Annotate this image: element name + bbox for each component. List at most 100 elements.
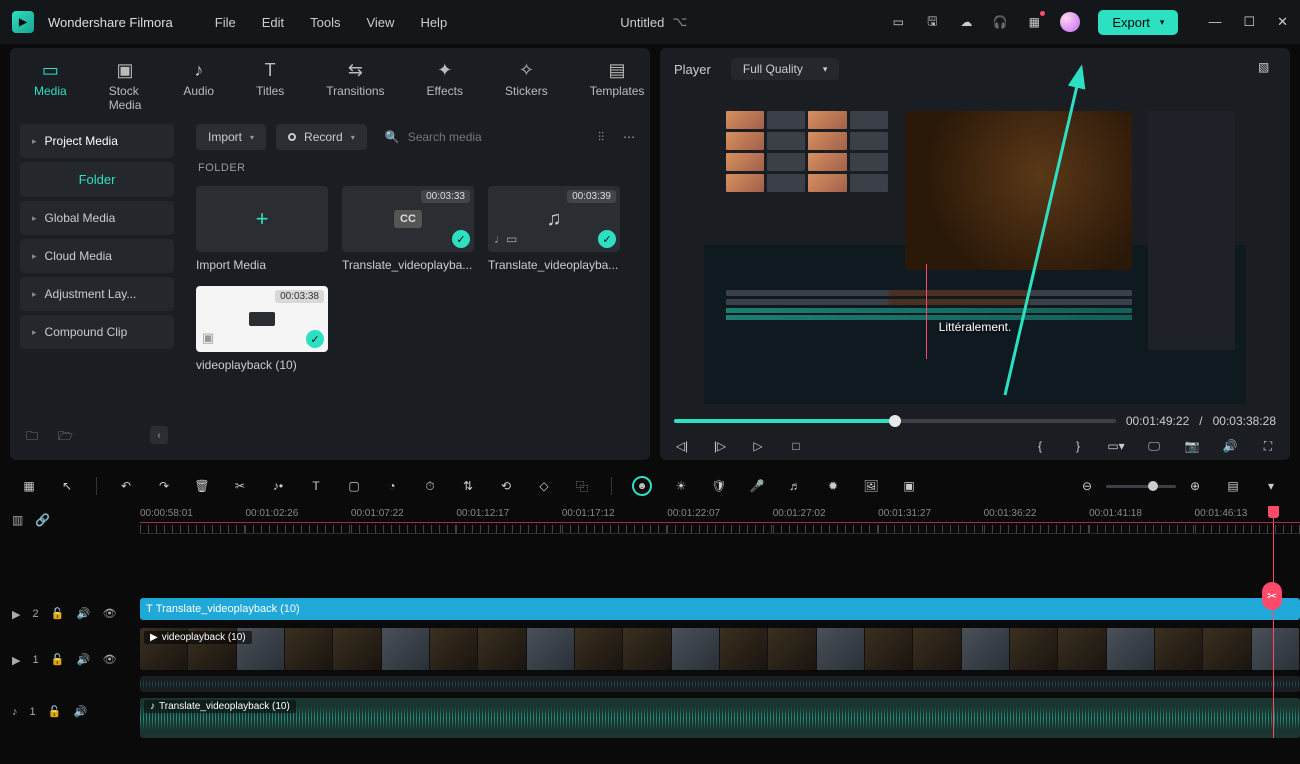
record-button[interactable]: Record▾	[276, 124, 367, 150]
video-clip[interactable]: ▶videoplayback (10)	[140, 628, 1300, 670]
mark-in-button[interactable]: {	[1032, 438, 1048, 454]
layers-icon[interactable]: ▥	[12, 513, 23, 527]
zoom-in-button[interactable]: ⊕	[1186, 477, 1204, 495]
display-button[interactable]: 🖵	[1146, 438, 1162, 454]
headphones-icon[interactable]: 🎧	[992, 14, 1008, 30]
audio-clip[interactable]: ♪Translate_videoplayback (10)	[140, 698, 1300, 738]
menu-file[interactable]: File	[215, 15, 236, 30]
scrub-track[interactable]	[674, 419, 1116, 423]
menu-tools[interactable]: Tools	[310, 15, 340, 30]
sidebar-cloud-media[interactable]: ▸Cloud Media	[20, 239, 174, 273]
fullscreen-icon[interactable]: ⛶	[1260, 438, 1276, 454]
snapshot-icon[interactable]: ▧	[1258, 60, 1276, 78]
timeline-tracks[interactable]: 00:00:58:01 00:01:02:26 00:01:07:22 00:0…	[140, 506, 1300, 738]
keyframe-icon[interactable]: ◇	[535, 477, 553, 495]
audio-edit-icon[interactable]: ♬	[786, 477, 804, 495]
shield-icon[interactable]: 🛡	[710, 477, 728, 495]
mic-icon[interactable]: 🎤	[748, 477, 766, 495]
cut-handle[interactable]: ✂	[1262, 582, 1282, 610]
subtitle-clip[interactable]: T Translate_videoplayback (10)	[140, 598, 1300, 620]
tab-titles[interactable]: TTitles	[256, 60, 284, 112]
music-tool-icon[interactable]: ♪•	[269, 477, 287, 495]
tab-effects[interactable]: ✦Effects	[427, 60, 463, 112]
mask-icon[interactable]: ▣	[900, 477, 918, 495]
apps-icon[interactable]: ▦	[1026, 14, 1042, 30]
import-button[interactable]: Import▾	[196, 124, 266, 150]
sidebar-folder[interactable]: Folder	[20, 162, 174, 197]
new-folder-icon[interactable]: 🗀	[26, 427, 42, 443]
mute-icon[interactable]: 🔊	[77, 653, 91, 667]
menu-edit[interactable]: Edit	[262, 15, 284, 30]
crop-tool-icon[interactable]: ▢	[345, 477, 363, 495]
tab-media[interactable]: ▭Media	[34, 60, 67, 112]
link-tracks-icon[interactable]: 🔗	[35, 513, 50, 527]
folder-icon[interactable]: 🗁	[58, 427, 74, 443]
camera-icon[interactable]: 📷	[1184, 438, 1200, 454]
media-card[interactable]: ♫♩▭00:03:39✓ Translate_videoplayba...	[488, 186, 620, 272]
scrub-knob[interactable]	[889, 415, 901, 427]
menu-view[interactable]: View	[366, 15, 394, 30]
visibility-icon[interactable]: 👁	[103, 653, 117, 667]
tab-stock[interactable]: ▣Stock Media	[109, 60, 142, 112]
tab-audio[interactable]: ♪Audio	[183, 60, 214, 112]
sidebar-compound-clip[interactable]: ▸Compound Clip	[20, 315, 174, 349]
track-header-sub[interactable]: ▶2 🔓 🔊 👁	[0, 594, 140, 634]
text-tool-icon[interactable]: T	[307, 477, 325, 495]
mute-icon[interactable]: 🔊	[74, 705, 88, 719]
cursor-icon[interactable]: ↖	[58, 477, 76, 495]
play-button[interactable]: ▷	[750, 438, 766, 454]
volume-icon[interactable]: 🔊	[1222, 438, 1238, 454]
device-icon[interactable]: ▭	[890, 14, 906, 30]
media-card[interactable]: ▣00:03:38✓ videoplayback (10)	[196, 286, 328, 372]
close-button[interactable]: ✕	[1277, 14, 1288, 30]
lock-icon[interactable]: 🔓	[51, 607, 65, 621]
search-input[interactable]	[408, 130, 582, 144]
lock-icon[interactable]: 🔓	[48, 705, 62, 719]
collapse-sidebar-button[interactable]: ‹	[150, 426, 168, 444]
delete-button[interactable]: 🗑	[193, 477, 211, 495]
save-icon[interactable]: 🖫	[924, 14, 940, 30]
marker-tool-icon[interactable]: ✹	[824, 477, 842, 495]
tab-transitions[interactable]: ⇆Transitions	[326, 60, 384, 112]
quality-selector[interactable]: Full Quality▾	[731, 58, 840, 80]
mute-icon[interactable]: 🔊	[77, 607, 91, 621]
playhead[interactable]	[1273, 506, 1274, 738]
search-field[interactable]: 🔍	[377, 130, 582, 144]
menu-help[interactable]: Help	[420, 15, 447, 30]
export-button[interactable]: Export ▾	[1098, 10, 1178, 35]
split-button[interactable]: ✂	[231, 477, 249, 495]
timer-icon[interactable]: ⏱	[421, 477, 439, 495]
lock-icon[interactable]: 🔓	[51, 653, 65, 667]
visibility-icon[interactable]: 👁	[103, 607, 117, 621]
color-icon[interactable]: ☀	[672, 477, 690, 495]
redo-button[interactable]: ↷	[155, 477, 173, 495]
grid-icon[interactable]: ▦	[20, 477, 38, 495]
speed-tool-icon[interactable]: ◔	[383, 477, 401, 495]
more-icon[interactable]: ⋯	[620, 128, 638, 146]
track-header-video[interactable]: ▶1 🔓 🔊 👁	[0, 634, 140, 686]
group-icon[interactable]: ⿻	[573, 477, 591, 495]
maximize-button[interactable]: ☐	[1243, 14, 1255, 30]
adjust-icon[interactable]: ⇅	[459, 477, 477, 495]
tab-templates[interactable]: ▤Templates	[590, 60, 645, 112]
filter-icon[interactable]: ⫶⫶	[592, 128, 610, 146]
prev-frame-button[interactable]: ◁|	[674, 438, 690, 454]
ai-tool-icon[interactable]: ☻	[632, 476, 652, 496]
zoom-slider[interactable]	[1106, 485, 1176, 488]
sidebar-project-media[interactable]: ▸Project Media	[20, 124, 174, 158]
mark-out-button[interactable]: }	[1070, 438, 1086, 454]
picture-icon[interactable]: 🖼	[862, 477, 880, 495]
media-card[interactable]: CC00:03:33✓ Translate_videoplayba...	[342, 186, 474, 272]
track-header-audio[interactable]: ♪1 🔓 🔊	[0, 686, 140, 738]
zoom-out-button[interactable]: ⊖	[1078, 477, 1096, 495]
time-ruler[interactable]: 00:00:58:01 00:01:02:26 00:01:07:22 00:0…	[140, 506, 1300, 534]
view-mode-icon[interactable]: ▤	[1224, 477, 1242, 495]
ratio-button[interactable]: ▭▾	[1108, 438, 1124, 454]
next-frame-button[interactable]: |▷	[712, 438, 728, 454]
undo-button[interactable]: ↶	[117, 477, 135, 495]
settings-dot-icon[interactable]: ▾	[1262, 477, 1280, 495]
sidebar-global-media[interactable]: ▸Global Media	[20, 201, 174, 235]
zoom-knob[interactable]	[1148, 481, 1158, 491]
tab-stickers[interactable]: ✧Stickers	[505, 60, 548, 112]
minimize-button[interactable]: —	[1208, 14, 1221, 30]
